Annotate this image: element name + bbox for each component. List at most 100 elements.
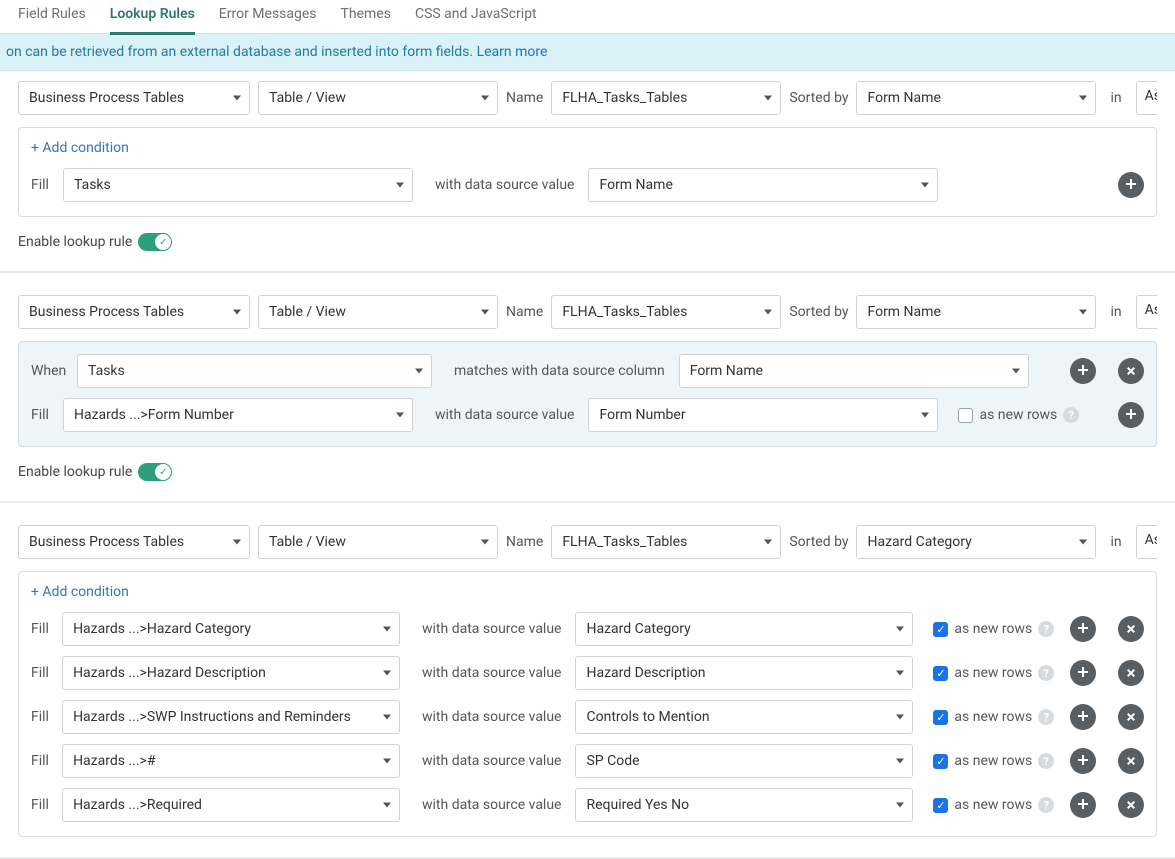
label: in <box>1110 534 1121 550</box>
fill-value-select[interactable]: Required Yes No <box>575 788 913 822</box>
remove-fill-button[interactable] <box>1118 704 1144 730</box>
label: with data source value <box>422 797 561 813</box>
label: with data source value <box>422 709 561 725</box>
as-new-rows-checkbox[interactable] <box>933 710 948 725</box>
remove-fill-button[interactable] <box>1118 748 1144 774</box>
help-icon[interactable]: ? <box>1038 753 1054 769</box>
fill-value-select[interactable]: Hazard Description <box>575 656 913 690</box>
remove-fill-button[interactable] <box>1118 792 1144 818</box>
as-new-rows-checkbox[interactable] <box>958 408 973 423</box>
source-select[interactable]: Business Process Tables <box>18 295 250 329</box>
order-select[interactable]: As <box>1136 81 1157 115</box>
add-condition-button[interactable] <box>1070 358 1096 384</box>
sortedby-select[interactable]: Hazard Category <box>856 525 1096 559</box>
tab-field-rules[interactable]: Field Rules <box>18 0 86 33</box>
fill-value-select[interactable]: Form Number <box>588 398 938 432</box>
fill-value-select[interactable]: SP Code <box>575 744 913 778</box>
add-fill-button[interactable] <box>1070 616 1096 642</box>
tab-lookup-rules[interactable]: Lookup Rules <box>110 0 195 35</box>
as-new-rows-label: as new rows <box>979 407 1057 423</box>
label: in <box>1110 90 1121 106</box>
label: Name <box>506 304 543 320</box>
as-new-rows-checkbox[interactable] <box>933 666 948 681</box>
add-fill-button[interactable] <box>1070 660 1096 686</box>
fill-value-select[interactable]: Controls to Mention <box>575 700 913 734</box>
source-select[interactable]: Business Process Tables <box>18 525 250 559</box>
help-icon[interactable]: ? <box>1038 665 1054 681</box>
when-field-select[interactable]: Tasks <box>77 354 432 388</box>
add-fill-button[interactable] <box>1070 704 1096 730</box>
label: in <box>1110 304 1121 320</box>
as-new-rows-checkbox[interactable] <box>933 754 948 769</box>
label: with data source value <box>422 621 561 637</box>
when-column-select[interactable]: Form Name <box>679 354 1029 388</box>
learn-more-link[interactable]: Learn more <box>477 44 548 60</box>
fill-field-select[interactable]: Hazards ...>Required <box>62 788 400 822</box>
source-select[interactable]: Business Process Tables <box>18 81 250 115</box>
add-fill-button[interactable] <box>1118 172 1144 198</box>
tabs-bar: Field Rules Lookup Rules Error Messages … <box>0 0 1175 34</box>
fill-field-select[interactable]: Hazards ...># <box>62 744 400 778</box>
as-new-rows-checkbox[interactable] <box>933 798 948 813</box>
help-icon[interactable]: ? <box>1038 797 1054 813</box>
tableview-select[interactable]: Table / View <box>258 295 498 329</box>
label: Fill <box>31 621 54 637</box>
label: Fill <box>31 665 54 681</box>
conditions-box: + Add condition Fill Hazards ...>Hazard Ca… <box>18 571 1157 837</box>
fill-field-select[interactable]: Hazards ...>SWP Instructions and Reminde… <box>62 700 400 734</box>
tab-css-javascript[interactable]: CSS and JavaScript <box>415 0 537 33</box>
info-banner: on can be retrieved from an external dat… <box>0 34 1175 71</box>
fill-field-select[interactable]: Hazards ...>Hazard Category <box>62 612 400 646</box>
help-icon[interactable]: ? <box>1038 621 1054 637</box>
name-select[interactable]: FLHA_Tasks_Tables <box>551 525 781 559</box>
as-new-rows-checkbox[interactable] <box>933 622 948 637</box>
add-fill-button[interactable] <box>1118 402 1144 428</box>
label: Sorted by <box>789 304 848 320</box>
order-select[interactable]: As <box>1136 525 1157 559</box>
label: Fill <box>31 407 55 423</box>
conditions-box: When Tasks matches with data source column… <box>18 341 1157 447</box>
add-fill-button[interactable] <box>1070 748 1096 774</box>
enable-rule-toggle[interactable] <box>138 463 172 481</box>
tableview-select[interactable]: Table / View <box>258 81 498 115</box>
as-new-rows-label: as new rows <box>954 797 1032 813</box>
help-icon[interactable]: ? <box>1063 407 1079 423</box>
label: Sorted by <box>789 90 848 106</box>
order-select[interactable]: As <box>1136 295 1157 329</box>
tableview-select[interactable]: Table / View <box>258 525 498 559</box>
enable-rule-label: Enable lookup rule <box>18 464 132 480</box>
label: Fill <box>31 753 54 769</box>
name-select[interactable]: FLHA_Tasks_Tables <box>551 81 781 115</box>
fill-field-select[interactable]: Hazards ...>Form Number <box>63 398 413 432</box>
label: Fill <box>31 709 54 725</box>
fill-value-select[interactable]: Form Name <box>588 168 938 202</box>
sortedby-select[interactable]: Form Name <box>856 295 1096 329</box>
tab-themes[interactable]: Themes <box>341 0 391 33</box>
label: When <box>31 363 69 379</box>
remove-condition-button[interactable] <box>1118 358 1144 384</box>
label: with data source value <box>435 177 574 193</box>
help-icon[interactable]: ? <box>1038 709 1054 725</box>
name-select[interactable]: FLHA_Tasks_Tables <box>551 295 781 329</box>
lookup-rule: Business Process TablesTable / View Name F… <box>0 285 1175 503</box>
add-condition-link[interactable]: + Add condition <box>31 584 129 600</box>
conditions-box: + Add conditionFillTaskswith data source… <box>18 127 1157 217</box>
remove-fill-button[interactable] <box>1118 660 1144 686</box>
add-fill-button[interactable] <box>1070 792 1096 818</box>
banner-text: on can be retrieved from an external dat… <box>6 44 477 60</box>
sortedby-select[interactable]: Form Name <box>856 81 1096 115</box>
fill-value-select[interactable]: Hazard Category <box>575 612 913 646</box>
as-new-rows-label: as new rows <box>954 709 1032 725</box>
enable-rule-label: Enable lookup rule <box>18 234 132 250</box>
fill-field-select[interactable]: Hazards ...>Hazard Description <box>62 656 400 690</box>
label: with data source value <box>422 753 561 769</box>
fill-field-select[interactable]: Tasks <box>63 168 413 202</box>
as-new-rows-label: as new rows <box>954 621 1032 637</box>
add-condition-link[interactable]: + Add condition <box>31 140 129 156</box>
label: matches with data source column <box>454 363 665 379</box>
label: Sorted by <box>789 534 848 550</box>
tab-error-messages[interactable]: Error Messages <box>219 0 317 33</box>
enable-rule-toggle[interactable] <box>138 233 172 251</box>
remove-fill-button[interactable] <box>1118 616 1144 642</box>
lookup-rule: Business Process TablesTable / ViewNameF… <box>0 515 1175 859</box>
